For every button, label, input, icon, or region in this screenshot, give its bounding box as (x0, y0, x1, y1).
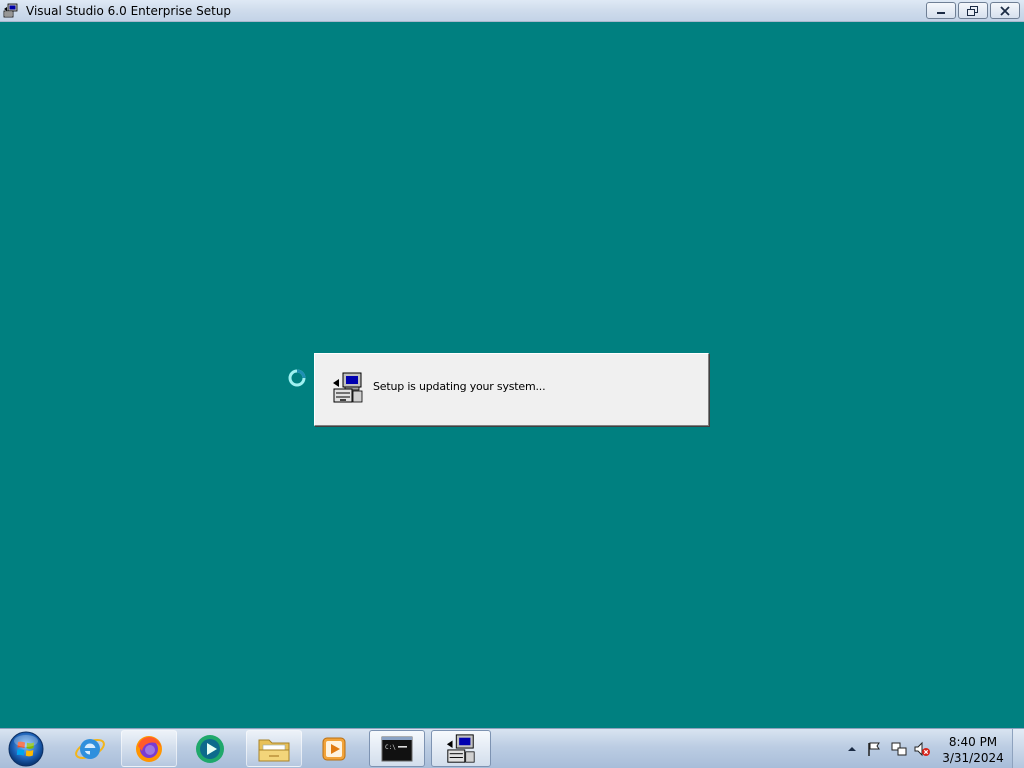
taskbar: C:\ 8:40 PM 3/31/2024 (0, 728, 1024, 768)
volume-muted-icon[interactable] (914, 741, 930, 757)
media-center-icon (196, 734, 224, 763)
setup-computer-icon (333, 372, 363, 403)
internet-explorer-icon (75, 738, 105, 759)
clock-time: 8:40 PM (948, 735, 998, 749)
folder-icon (258, 739, 290, 761)
action-center-flag-icon[interactable] (866, 741, 882, 757)
taskbar-item-setup[interactable] (431, 730, 491, 767)
close-icon (1000, 5, 1010, 16)
taskbar-item-media-player[interactable] (306, 730, 362, 767)
busy-spinner-icon (288, 369, 306, 387)
window-title: Visual Studio 6.0 Enterprise Setup (26, 4, 232, 18)
clock-date: 3/31/2024 (942, 751, 1004, 765)
taskbar-item-firefox[interactable] (121, 730, 177, 767)
setup-computer-icon[interactable] (3, 3, 19, 19)
minimize-button[interactable] (926, 2, 956, 19)
restore-icon (967, 5, 978, 16)
media-player-icon (322, 737, 346, 760)
minimize-icon (937, 11, 945, 14)
show-hidden-icons-arrow[interactable] (844, 741, 860, 757)
system-clock[interactable]: 8:40 PM 3/31/2024 (940, 734, 1006, 766)
window-titlebar[interactable]: Visual Studio 6.0 Enterprise Setup (0, 0, 1024, 22)
firefox-icon (136, 735, 162, 762)
taskbar-item-file-explorer[interactable] (246, 730, 302, 767)
close-button[interactable] (990, 2, 1020, 19)
taskbar-item-media-center[interactable] (182, 730, 238, 767)
setup-progress-dialog: Setup is updating your system... (314, 353, 709, 426)
windows-start-orb-icon[interactable] (6, 730, 46, 768)
restore-button[interactable] (958, 2, 988, 19)
show-desktop-button[interactable] (1012, 729, 1024, 768)
dialog-message: Setup is updating your system... (373, 380, 546, 393)
svg-text:C:\: C:\ (385, 744, 396, 751)
setup-computer-icon (446, 733, 475, 763)
network-icon[interactable] (891, 741, 907, 757)
taskbar-item-command-prompt[interactable]: C:\ (369, 730, 425, 767)
command-prompt-icon: C:\ (381, 736, 413, 761)
taskbar-item-internet-explorer[interactable] (62, 730, 118, 767)
